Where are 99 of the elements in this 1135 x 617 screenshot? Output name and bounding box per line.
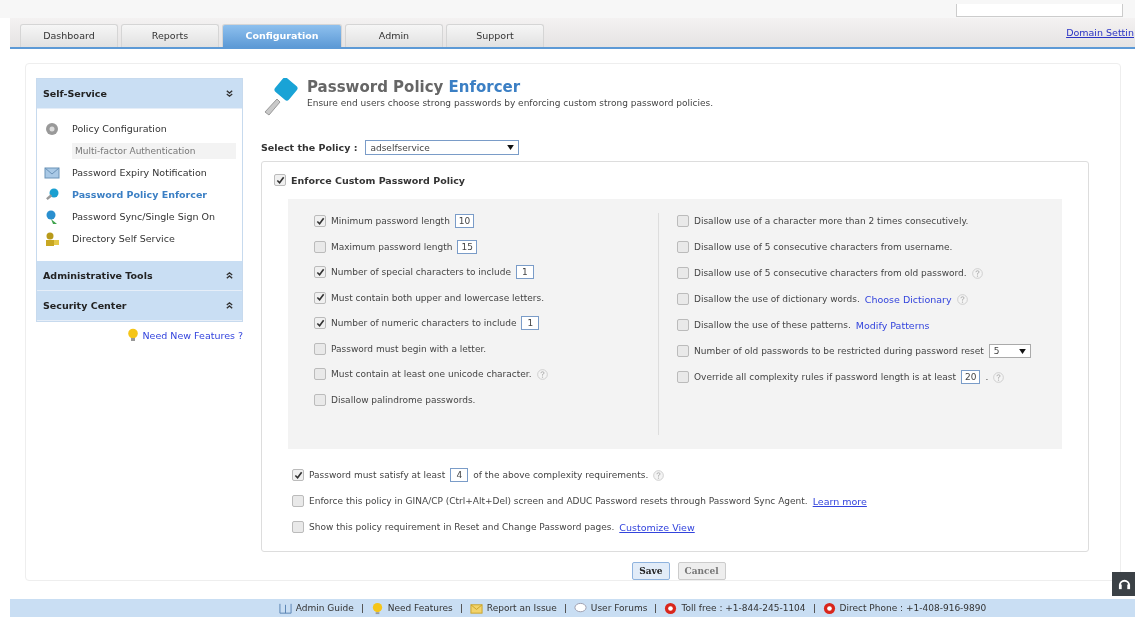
sidebar-item[interactable]: Directory Self Service [72,231,236,247]
checkbox[interactable] [677,267,689,279]
checkbox[interactable] [314,240,326,253]
number-field[interactable]: 20 [960,370,981,384]
rule-label: Disallow the use of dictionary words. [694,294,860,304]
help-icon[interactable] [536,368,548,380]
number-field[interactable]: 1 [521,316,540,330]
checkbox[interactable] [314,342,326,355]
rule-label: Enforce this policy in GINA/CP (Ctrl+Alt+Del) screen and ADUC Password resets through Password Sync Agent. [309,496,808,506]
checkbox[interactable] [314,266,326,278]
checkbox[interactable] [274,174,286,186]
page-title: Password Policy Enforcer [307,78,522,96]
cancel-button[interactable]: Cancel [677,562,726,580]
support-chat-button[interactable] [1112,572,1135,596]
book-icon [278,601,292,615]
double-chevron-up-icon[interactable] [225,301,234,310]
key-icon [44,187,60,203]
search-field[interactable] [956,4,1123,17]
rule-link[interactable]: Choose Dictionary [864,293,952,305]
number-field[interactable]: 10 [454,214,475,228]
section-header[interactable]: Self-Service [37,79,242,109]
policy-label: Select the Policy : [261,142,358,153]
caret-icon[interactable] [507,145,515,150]
rule-label: Password must begin with a letter. [331,343,487,354]
rule-label: Disallow use of 5 consecutive characters from username. [694,242,953,252]
checkbox[interactable] [292,521,304,533]
checkbox[interactable] [677,319,689,331]
checkbox[interactable] [677,215,689,227]
footer-link[interactable]: User Forums [590,603,648,613]
checkbox[interactable] [314,291,326,304]
sidebar-item[interactable]: Policy Configuration [72,121,236,137]
rule-label: Minimum password length [331,216,450,226]
rule-label: Password must satisfy at least [309,470,446,480]
rule-label: Must contain both upper and lowercase letters. [331,292,544,303]
footer-link[interactable]: Direct Phone : +1-408-916-9890 [839,603,987,613]
sidebar-subitem[interactable]: Multi-factor Authentication [72,143,236,159]
number-field[interactable]: 1 [515,265,534,279]
nav-tab[interactable]: Reports [121,24,219,47]
bulb-icon [370,601,384,615]
caret-icon[interactable] [1018,348,1026,354]
sidebar-item[interactable]: Password Sync/Single Sign On [72,209,236,225]
nav-tab[interactable]: Admin [345,24,443,47]
rule-label: Disallow palindrome passwords. [331,394,476,405]
section-header[interactable]: Security Center [37,291,242,321]
checkbox[interactable] [677,241,689,253]
bubble-icon [573,601,587,615]
footer-link[interactable]: Report an Issue [486,603,557,613]
policy-dropdown[interactable]: adselfservice [365,140,520,155]
checkbox[interactable] [677,371,689,383]
headset-icon[interactable] [1117,577,1131,591]
rule-label: Maximum password length [331,241,453,252]
lightbulb-icon [126,328,139,342]
count-dropdown[interactable]: 5 [988,344,1031,358]
rule-label: Disallow the use of these patterns. [694,320,851,330]
rule-link[interactable]: Customize View [619,521,695,533]
rule-label: Number of old passwords to be restricted during password reset [694,346,984,356]
rule-label: Override all complexity rules if password length is at least [694,372,956,382]
checkbox[interactable] [314,393,326,406]
checkbox[interactable] [677,293,689,305]
double-chevron-up-icon[interactable] [225,271,234,280]
person-icon [44,231,60,247]
nav-tab[interactable]: Support [446,24,544,47]
mail-icon [469,601,483,615]
domain-settings-link[interactable]: Domain Settin [1066,27,1134,38]
rule-label: Show this policy requirement in Reset and Change Password pages. [309,522,615,532]
need-new-features-link[interactable]: Need New Features ? [142,329,243,341]
checkbox[interactable] [677,345,689,357]
rule-label: Must contain at least one unicode character. [331,369,532,379]
rule-label: of the above complexity requirements. [473,470,649,480]
checkbox[interactable] [292,495,304,507]
checkbox[interactable] [292,469,304,481]
checkbox[interactable] [314,215,326,227]
rule-label: . [985,372,989,382]
number-field[interactable]: 15 [457,239,477,254]
checkbox[interactable] [314,368,326,380]
help-icon[interactable] [956,293,968,305]
rule-label: Disallow use of a character more than 2 times consecutively. [694,216,969,226]
page-subtitle: Ensure end users choose strong passwords by enforcing custom strong password policies. [307,98,714,108]
checkbox[interactable] [314,317,326,329]
rule-label: Disallow use of 5 consecutive characters from old password. [694,268,967,278]
double-chevron-down-icon[interactable] [225,89,234,98]
mail-icon [44,165,60,181]
enforce-label: Enforce Custom Password Policy [291,174,465,186]
rule-label: Number of numeric characters to include [331,318,517,328]
nav-tab[interactable]: Dashboard [20,24,118,47]
sidebar-item[interactable]: Password Expiry Notification [72,165,236,181]
save-button[interactable]: Save [632,562,670,580]
footer-link[interactable]: Admin Guide [295,603,354,613]
rule-label: Number of special characters to include [331,267,511,277]
number-field[interactable]: 4 [450,468,469,482]
sidebar-item[interactable]: Password Policy Enforcer [72,187,236,203]
footer-link[interactable]: Need Features [387,603,453,613]
rule-link[interactable]: Modify Patterns [855,319,930,331]
help-icon[interactable] [993,371,1005,383]
section-header[interactable]: Administrative Tools [37,261,242,291]
rule-link[interactable]: Learn more [812,495,867,507]
help-icon[interactable] [653,469,665,481]
help-icon[interactable] [971,267,983,279]
footer-link[interactable]: Toll free : +1-844-245-1104 [681,603,806,613]
